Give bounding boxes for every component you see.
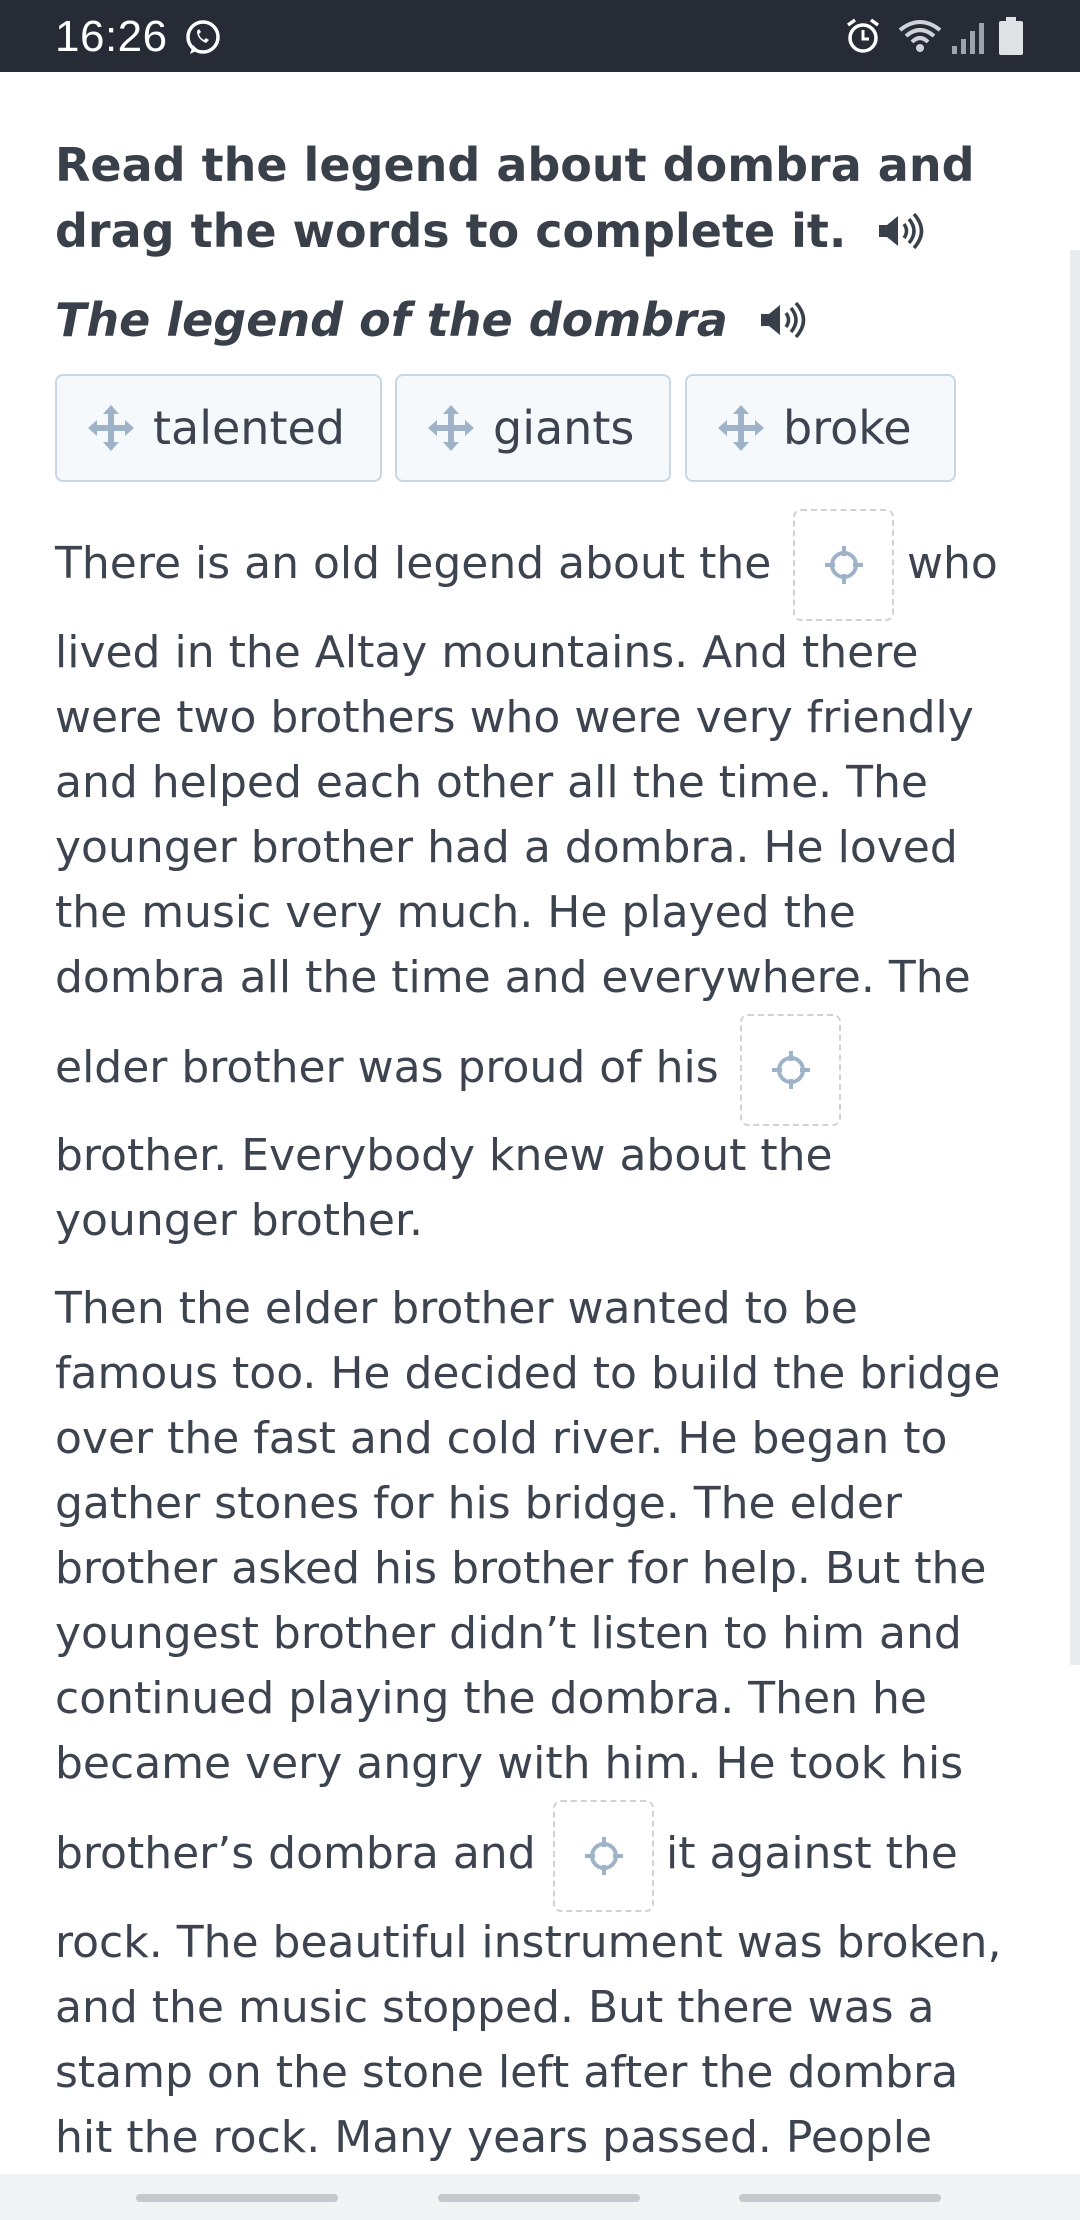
move-icon	[717, 404, 765, 452]
word-chip-label: talented	[153, 401, 345, 455]
passage-line: youngest brother didn’t listen to him an…	[55, 1608, 962, 1659]
scrollbar[interactable]	[1070, 250, 1080, 1665]
word-chip-broke[interactable]: broke	[685, 374, 956, 482]
speaker-icon[interactable]	[876, 202, 924, 268]
nav-pill-left[interactable]	[136, 2194, 338, 2202]
passage-line: over the fast and cold river. He began t…	[55, 1413, 948, 1464]
passage-line: rock. The beautiful instrument was broke…	[55, 1917, 1002, 1968]
passage-line: dombra all the time and everywhere. The	[55, 952, 971, 1003]
battery-icon	[998, 16, 1024, 60]
passage-line: There is an old legend about the	[55, 538, 772, 589]
passage-line: brother asked his brother for help. But …	[55, 1543, 987, 1594]
word-chip-talented[interactable]: talented	[55, 374, 382, 482]
status-bar: 16:26	[0, 0, 1080, 72]
passage-line: famous too. He decided to build the brid…	[55, 1348, 1001, 1399]
passage-line: became very angry with him. He took his	[55, 1738, 964, 1789]
passage-line: elder brother was proud of his	[55, 1042, 719, 1093]
signal-icon	[950, 20, 986, 58]
legend-title: The legend of the dombra	[55, 288, 806, 356]
instruction: Read the legend about dombra and drag th…	[55, 132, 1035, 268]
passage-line: gather stones for his bridge. The elder	[55, 1478, 902, 1529]
nav-pill-right[interactable]	[739, 2194, 941, 2202]
passage-line: and helped each other all the time. The	[55, 757, 928, 808]
alarm-icon	[843, 16, 883, 60]
move-icon	[87, 404, 135, 452]
whatsapp-icon	[183, 18, 223, 62]
target-icon	[824, 546, 863, 584]
passage-line: younger brother.	[55, 1195, 424, 1246]
status-time: 16:26	[55, 12, 168, 61]
wifi-icon	[898, 18, 942, 58]
target-icon	[584, 1837, 623, 1875]
passage-line: who	[907, 538, 998, 589]
drop-zone-3[interactable]	[553, 1800, 654, 1912]
passage-line: and the music stopped. But there was a	[55, 1982, 935, 2033]
passage-line: stamp on the stone left after the dombra	[55, 2047, 959, 2098]
passage-line: Then the elder brother wanted to be	[55, 1283, 858, 1334]
passage-line: were two brothers who were very friendly	[55, 692, 974, 743]
legend-title-text: The legend of the dombra	[55, 293, 728, 347]
move-icon	[427, 404, 475, 452]
target-icon	[771, 1051, 810, 1089]
passage-line: the music very much. He played the	[55, 887, 856, 938]
word-chip-giants[interactable]: giants	[395, 374, 671, 482]
passage-line: lived in the Altay mountains. And there	[55, 627, 919, 678]
word-chip-label: broke	[783, 401, 912, 455]
bottom-navigation-bar	[0, 2174, 1080, 2220]
passage-line: brother. Everybody knew about the	[55, 1130, 833, 1181]
speaker-icon[interactable]	[758, 292, 806, 356]
passage-line: continued playing the dombra. Then he	[55, 1673, 927, 1724]
instruction-text: Read the legend about dombra and drag th…	[55, 138, 975, 258]
passage-line: it against the	[666, 1828, 958, 1879]
drop-zone-1[interactable]	[793, 509, 894, 621]
passage-line: younger brother had a dombra. He loved	[55, 822, 958, 873]
word-chip-label: giants	[493, 401, 635, 455]
nav-pill-center[interactable]	[438, 2194, 640, 2202]
drop-zone-2[interactable]	[740, 1014, 841, 1126]
passage-line: brother’s dombra and	[55, 1828, 536, 1879]
passage-line: hit the rock. Many years passed. People	[55, 2112, 933, 2163]
